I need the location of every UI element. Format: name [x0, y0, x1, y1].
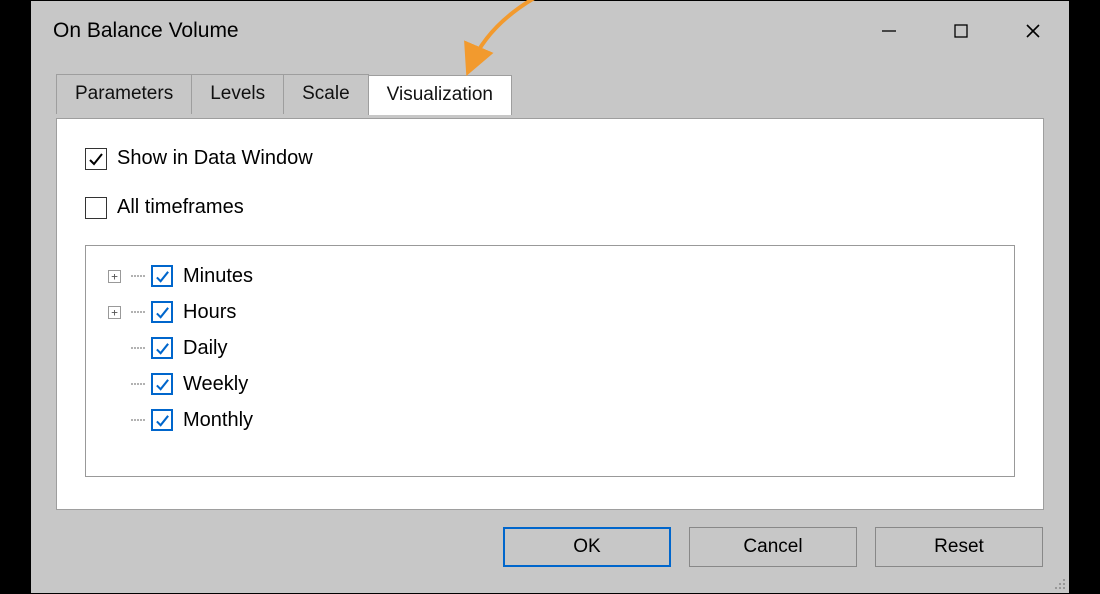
- tab-visualization[interactable]: Visualization: [368, 75, 512, 115]
- daily-checkbox[interactable]: [151, 337, 173, 359]
- minutes-label: Minutes: [183, 266, 253, 286]
- check-icon: [155, 305, 170, 320]
- tree-connector-icon: [131, 419, 145, 421]
- tab-bar: Parameters Levels Scale Visualization: [31, 74, 1069, 114]
- close-button[interactable]: [997, 1, 1069, 61]
- show-in-data-window-label: Show in Data Window: [117, 147, 313, 170]
- reset-button[interactable]: Reset: [875, 527, 1043, 567]
- check-icon: [88, 151, 104, 167]
- visualization-panel: Show in Data Window All timeframes + Min…: [56, 118, 1044, 510]
- tree-item-minutes: + Minutes: [108, 258, 1002, 294]
- tree-item-daily: Daily: [108, 330, 1002, 366]
- window-controls: [853, 1, 1069, 61]
- tab-levels[interactable]: Levels: [191, 74, 284, 114]
- minimize-button[interactable]: [853, 1, 925, 61]
- minutes-checkbox[interactable]: [151, 265, 173, 287]
- minimize-icon: [881, 23, 897, 39]
- check-icon: [155, 377, 170, 392]
- check-icon: [155, 341, 170, 356]
- tree-item-hours: + Hours: [108, 294, 1002, 330]
- all-timeframes-row: All timeframes: [85, 196, 1015, 219]
- show-in-data-window-row: Show in Data Window: [85, 147, 1015, 170]
- dialog-window: On Balance Volume Parameters Levels Scal…: [30, 0, 1070, 594]
- weekly-checkbox[interactable]: [151, 373, 173, 395]
- tree-item-weekly: Weekly: [108, 366, 1002, 402]
- cancel-button[interactable]: Cancel: [689, 527, 857, 567]
- tab-scale[interactable]: Scale: [283, 74, 369, 114]
- tree-connector-icon: [131, 311, 145, 313]
- titlebar: On Balance Volume: [31, 1, 1069, 61]
- timeframes-tree: + Minutes + Hours: [85, 245, 1015, 477]
- monthly-label: Monthly: [183, 410, 253, 430]
- close-icon: [1025, 23, 1041, 39]
- check-icon: [155, 269, 170, 284]
- tree-spacer: [108, 378, 121, 391]
- daily-label: Daily: [183, 338, 227, 358]
- dialog-buttons: OK Cancel Reset: [503, 527, 1043, 567]
- check-icon: [155, 413, 170, 428]
- resize-grip-icon[interactable]: [1050, 574, 1066, 590]
- tree-spacer: [108, 414, 121, 427]
- all-timeframes-checkbox[interactable]: [85, 197, 107, 219]
- window-title: On Balance Volume: [53, 19, 239, 43]
- weekly-label: Weekly: [183, 374, 248, 394]
- expand-minutes-button[interactable]: +: [108, 270, 121, 283]
- ok-button[interactable]: OK: [503, 527, 671, 567]
- hours-checkbox[interactable]: [151, 301, 173, 323]
- hours-label: Hours: [183, 302, 236, 322]
- expand-hours-button[interactable]: +: [108, 306, 121, 319]
- tree-connector-icon: [131, 383, 145, 385]
- maximize-icon: [953, 23, 969, 39]
- tree-connector-icon: [131, 347, 145, 349]
- tree-spacer: [108, 342, 121, 355]
- tab-parameters[interactable]: Parameters: [56, 74, 192, 114]
- all-timeframes-label: All timeframes: [117, 196, 244, 219]
- tree-item-monthly: Monthly: [108, 402, 1002, 438]
- tree-connector-icon: [131, 275, 145, 277]
- monthly-checkbox[interactable]: [151, 409, 173, 431]
- show-in-data-window-checkbox[interactable]: [85, 148, 107, 170]
- maximize-button[interactable]: [925, 1, 997, 61]
